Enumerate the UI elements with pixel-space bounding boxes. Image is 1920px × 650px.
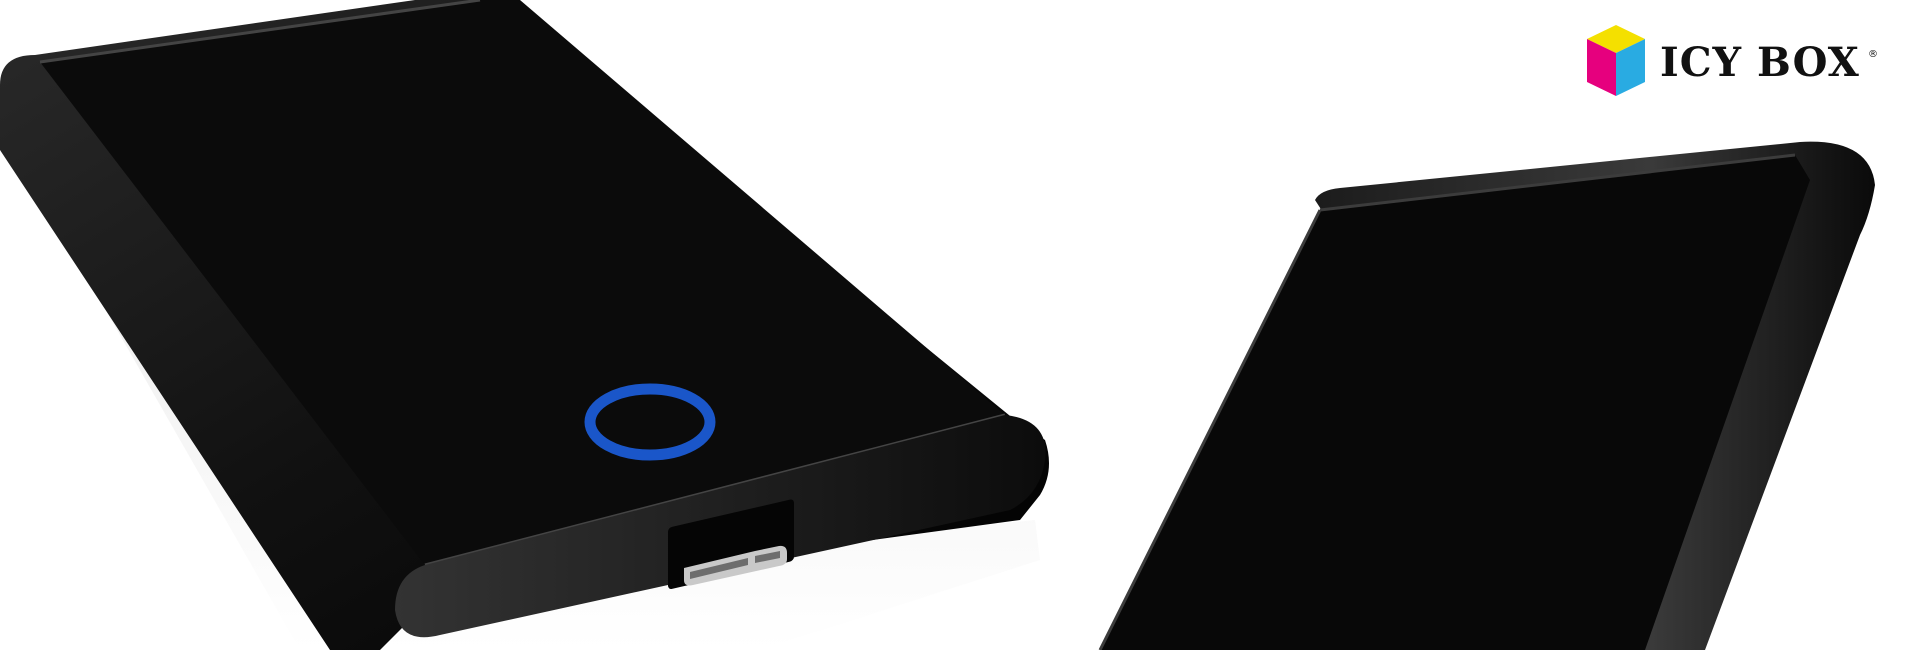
product-scene: ICY BOX ® xyxy=(0,0,1878,650)
enclosure-angled xyxy=(1098,141,1875,650)
cube-logo-icon xyxy=(1587,25,1645,96)
brand-registered-mark: ® xyxy=(1868,49,1878,60)
brand-logo: ICY BOX ® xyxy=(1587,25,1878,96)
enclosure-front xyxy=(0,0,1049,650)
brand-name: ICY BOX xyxy=(1660,39,1860,86)
